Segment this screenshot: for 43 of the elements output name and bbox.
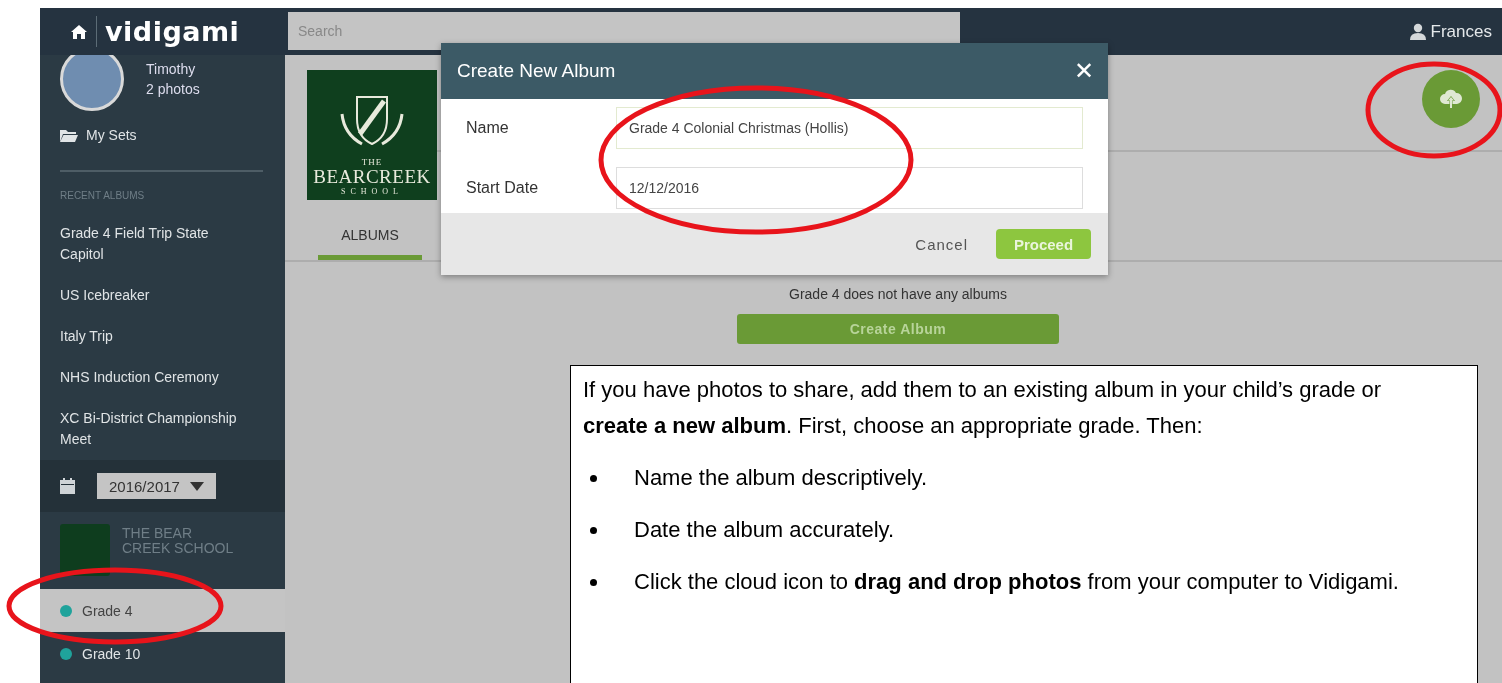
folder-icon [60, 128, 78, 142]
album-link[interactable]: US Icebreaker [40, 275, 285, 316]
grade-item[interactable]: Grade 4 [40, 589, 285, 632]
input-field[interactable]: 12/12/2016 [616, 167, 1083, 209]
user-icon [1409, 23, 1426, 40]
empty-message: Grade 4 does not have any albums [789, 286, 1007, 302]
upload-button[interactable] [1422, 69, 1480, 128]
albums-tab[interactable]: ALBUMS [318, 214, 422, 260]
instruction-step: Click the cloud icon to drag and drop photos from your computer to Vidigami. [634, 564, 1399, 600]
instruction-text: If you have photos to share, add them to an existing album in your child’s grade or create a new album. First, choose an appropriate grade. Then: [583, 376, 1383, 440]
instruction-step: Name the album descriptively. [634, 460, 928, 496]
profile-name: Timothy [146, 61, 197, 77]
user-name[interactable]: Frances [1430, 21, 1492, 42]
school-name: THE BEAR CREEK SCHOOL [122, 524, 235, 558]
dialog-title: Create New Album [457, 60, 616, 82]
instruction-step: Date the album accurately. [634, 512, 895, 548]
avatar [60, 55, 124, 111]
cloud-upload-icon [1439, 87, 1463, 110]
bullet-icon [590, 527, 597, 534]
bullet-icon [590, 579, 597, 586]
close-button[interactable]: ✕ [1073, 57, 1094, 85]
album-link[interactable]: Italy Trip [40, 316, 285, 357]
album-link[interactable]: NHS Induction Ceremony [40, 357, 285, 398]
grade-label: Grade 4 [82, 602, 133, 619]
brand-logo[interactable]: vidigami [96, 16, 240, 47]
my-sets-link[interactable]: My Sets [86, 127, 137, 143]
cancel-button[interactable]: Cancel [909, 234, 974, 254]
school-logo: THE BEARCREEK SCHOOL [307, 70, 437, 200]
field-label: Start Date [466, 179, 540, 197]
caret-icon [189, 481, 204, 491]
year-dropdown[interactable]: 2016/2017 [97, 473, 216, 499]
grade-item[interactable]: Grade 10 [40, 632, 285, 675]
input-field[interactable]: Grade 4 Colonial Christmas (Hollis) [616, 107, 1083, 149]
bullet-icon [590, 475, 597, 482]
field-label: Name [466, 119, 510, 137]
grade-label: Grade 10 [82, 645, 141, 662]
album-link[interactable]: Grade 4 Field Trip State Capitol [40, 213, 285, 275]
school-logo [60, 524, 110, 576]
calendar-icon [60, 478, 75, 494]
section-heading: RECENT ALBUMS [59, 190, 146, 203]
photo-count: 2 photos [146, 81, 200, 97]
home-icon[interactable] [70, 23, 88, 40]
album-link[interactable]: XC Bi-District Championship Meet [40, 398, 285, 460]
